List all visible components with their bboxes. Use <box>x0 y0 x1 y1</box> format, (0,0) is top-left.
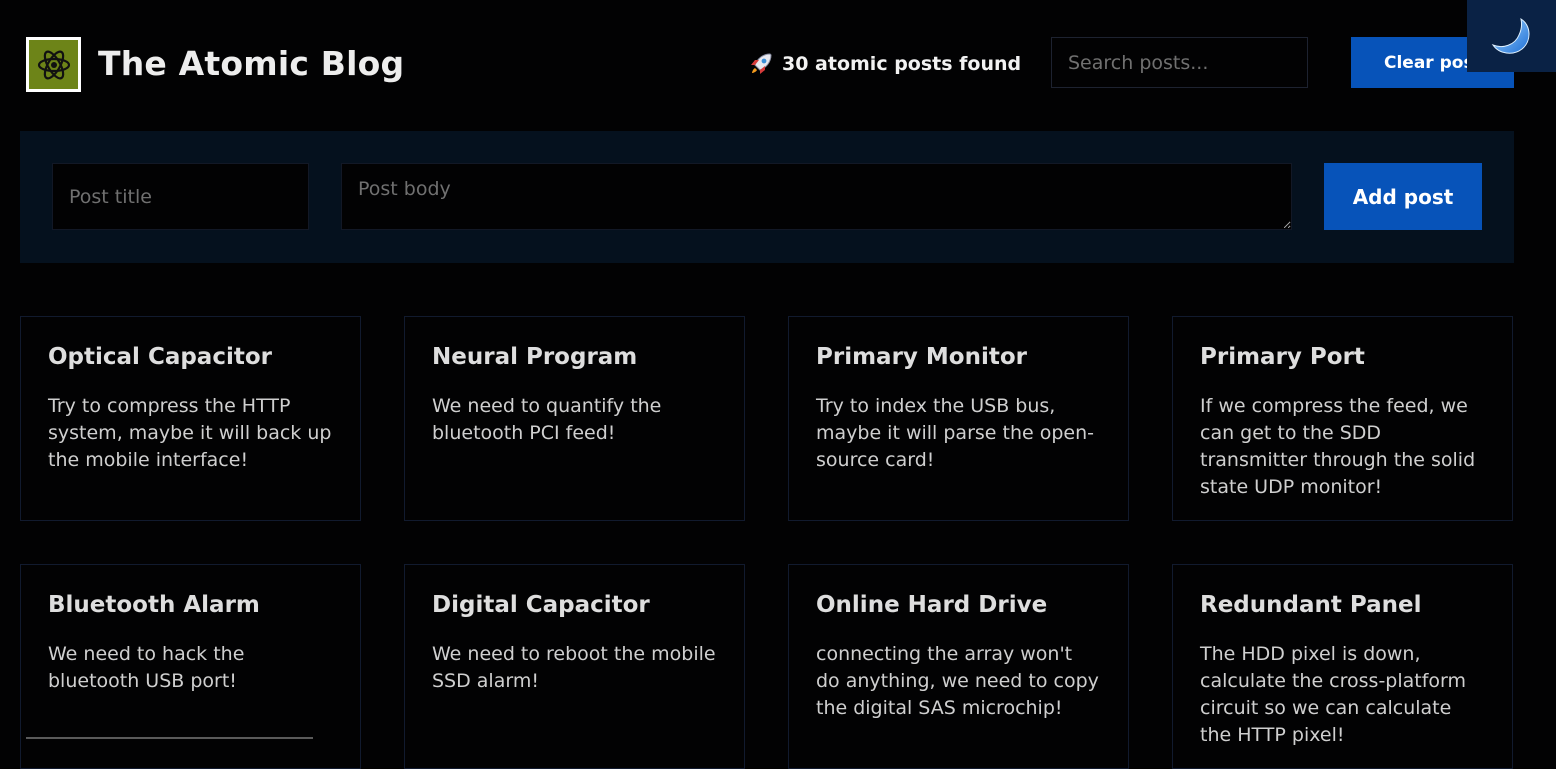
post-body: Try to index the USB bus, maybe it will … <box>816 395 1095 471</box>
post-card: Online Hard Drive connecting the array w… <box>788 564 1129 769</box>
search-input[interactable] <box>1051 37 1308 88</box>
new-post-form: Add post <box>20 131 1514 263</box>
site-title: The Atomic Blog <box>98 44 405 83</box>
post-title: Neural Program <box>432 344 638 370</box>
moon-icon <box>1491 17 1529 54</box>
post-title: Primary Port <box>1200 344 1365 370</box>
post-count: 30 atomic posts found <box>748 50 1021 78</box>
post-body: If we compress the feed, we can get to t… <box>1200 395 1476 498</box>
post-title: Redundant Panel <box>1200 592 1422 618</box>
post-card: Primary Port If we compress the feed, we… <box>1172 316 1513 521</box>
post-title: Optical Capacitor <box>48 344 272 370</box>
post-body: The HDD pixel is down, calculate the cro… <box>1200 643 1467 746</box>
add-post-button[interactable]: Add post <box>1324 163 1482 230</box>
post-title-input[interactable] <box>52 163 309 230</box>
post-body-input[interactable] <box>341 163 1292 230</box>
post-card: Optical Capacitor Try to compress the HT… <box>20 316 361 521</box>
post-card: Digital Capacitor We need to reboot the … <box>404 564 745 769</box>
post-card: Neural Program We need to quantify the b… <box>404 316 745 521</box>
site-header: The Atomic Blog 30 atomic posts found Cl… <box>0 0 1556 128</box>
post-body: We need to quantify the bluetooth PCI fe… <box>432 395 662 444</box>
post-card: Primary Monitor Try to index the USB bus… <box>788 316 1129 521</box>
logo <box>26 37 81 92</box>
post-title: Bluetooth Alarm <box>48 592 260 618</box>
atom-icon <box>37 50 70 79</box>
post-count-text: 30 atomic posts found <box>782 53 1022 75</box>
post-body: connecting the array won't do anything, … <box>816 643 1099 719</box>
post-title: Primary Monitor <box>816 344 1027 370</box>
post-title: Digital Capacitor <box>432 592 650 618</box>
posts-grid: Optical Capacitor Try to compress the HT… <box>20 316 1514 769</box>
post-body: We need to reboot the mobile SSD alarm! <box>432 643 716 692</box>
rocket-icon <box>751 53 772 74</box>
post-body: Try to compress the HTTP system, maybe i… <box>48 395 332 471</box>
theme-toggle-button[interactable] <box>1467 0 1556 72</box>
post-title: Online Hard Drive <box>816 592 1048 618</box>
post-card: Redundant Panel The HDD pixel is down, c… <box>1172 564 1513 769</box>
post-body: We need to hack the bluetooth USB port! <box>48 643 245 692</box>
